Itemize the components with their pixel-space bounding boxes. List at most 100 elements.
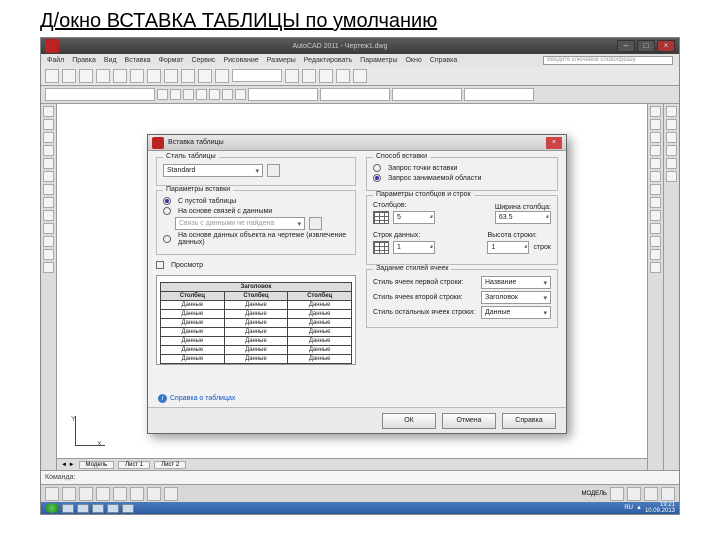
other-rows-style-select[interactable]: Данные <box>481 306 551 319</box>
command-line[interactable]: Команда: <box>41 470 679 484</box>
second-row-style-select[interactable]: Заголовок <box>481 291 551 304</box>
layer-tool-icon[interactable] <box>222 89 233 100</box>
plotstyle-select[interactable] <box>464 88 534 101</box>
menu-help[interactable]: Справка <box>430 57 457 64</box>
menu-window[interactable]: Окно <box>405 57 421 64</box>
tab-model[interactable]: Модель <box>79 461 115 469</box>
tool-icon[interactable] <box>666 132 677 143</box>
menu-draw[interactable]: Рисование <box>223 57 258 64</box>
tool-icon[interactable] <box>666 119 677 130</box>
chamfer-icon[interactable] <box>650 262 661 273</box>
text-icon[interactable] <box>43 210 54 221</box>
style-launch-button[interactable] <box>267 164 280 177</box>
minimize-button[interactable]: – <box>617 40 635 52</box>
taskbar-app-icon[interactable] <box>107 504 119 513</box>
taskbar-app-icon[interactable] <box>77 504 89 513</box>
menu-view[interactable]: Вид <box>104 57 117 64</box>
rotate-icon[interactable] <box>650 184 661 195</box>
status-tool-icon[interactable] <box>661 487 675 501</box>
fillet-icon[interactable] <box>650 249 661 260</box>
region-icon[interactable] <box>43 249 54 260</box>
ellipse-icon[interactable] <box>43 184 54 195</box>
search-input[interactable]: Введите ключевое слово/фразу <box>543 56 673 65</box>
snap-toggle[interactable] <box>45 487 59 501</box>
menu-file[interactable]: Файл <box>47 57 64 64</box>
mirror-icon[interactable] <box>650 132 661 143</box>
layer-select[interactable] <box>45 88 155 101</box>
menu-format[interactable]: Формат <box>159 57 184 64</box>
dialog-close-button[interactable]: × <box>546 137 562 149</box>
workspace-select[interactable] <box>232 69 282 82</box>
taskbar-app-icon[interactable] <box>62 504 74 513</box>
radio-extract[interactable] <box>163 235 171 243</box>
layer-tool-icon[interactable] <box>183 89 194 100</box>
tab-layout1[interactable]: Лист 1 <box>118 461 150 469</box>
columns-input[interactable]: 5 <box>393 211 435 224</box>
data-link-button[interactable] <box>309 217 322 230</box>
radio-empty-table[interactable] <box>163 197 171 205</box>
maximize-button[interactable]: □ <box>637 40 655 52</box>
menu-insert[interactable]: Вставка <box>125 57 151 64</box>
undo-icon[interactable] <box>164 69 178 83</box>
linetype-select[interactable] <box>320 88 390 101</box>
status-tool-icon[interactable] <box>610 487 624 501</box>
ortho-toggle[interactable] <box>79 487 93 501</box>
point-icon[interactable] <box>43 236 54 247</box>
color-select[interactable] <box>248 88 318 101</box>
circle-icon[interactable] <box>43 132 54 143</box>
print-icon[interactable] <box>96 69 110 83</box>
tool-icon[interactable] <box>666 158 677 169</box>
trim-icon[interactable] <box>650 223 661 234</box>
line-icon[interactable] <box>43 106 54 117</box>
radio-window[interactable] <box>373 174 381 182</box>
dyn-toggle[interactable] <box>147 487 161 501</box>
erase-icon[interactable] <box>650 106 661 117</box>
polar-toggle[interactable] <box>96 487 110 501</box>
stretch-icon[interactable] <box>650 210 661 221</box>
close-button[interactable]: × <box>657 40 675 52</box>
save-icon[interactable] <box>79 69 93 83</box>
help-link[interactable]: iСправка о таблицах <box>158 394 235 403</box>
grid-toggle[interactable] <box>62 487 76 501</box>
menu-dimension[interactable]: Размеры <box>267 57 296 64</box>
arc-icon[interactable] <box>43 145 54 156</box>
preview-checkbox[interactable] <box>156 261 164 269</box>
polyline-icon[interactable] <box>43 119 54 130</box>
new-icon[interactable] <box>45 69 59 83</box>
hatch-icon[interactable] <box>43 197 54 208</box>
first-row-style-select[interactable]: Название <box>481 276 551 289</box>
tab-layout2[interactable]: Лист 2 <box>154 461 186 469</box>
pan-icon[interactable] <box>198 69 212 83</box>
redo-icon[interactable] <box>181 69 195 83</box>
table-icon[interactable] <box>43 223 54 234</box>
radio-data-link[interactable] <box>163 207 171 215</box>
col-width-input[interactable]: 63.5 <box>495 211 551 224</box>
offset-icon[interactable] <box>650 145 661 156</box>
layer-tool-icon[interactable] <box>157 89 168 100</box>
extend-icon[interactable] <box>650 236 661 247</box>
layer-tool-icon[interactable] <box>196 89 207 100</box>
menu-tools[interactable]: Сервис <box>191 57 215 64</box>
tool-icon[interactable] <box>666 145 677 156</box>
rect-icon[interactable] <box>43 158 54 169</box>
move-icon[interactable] <box>650 171 661 182</box>
copy-obj-icon[interactable] <box>650 119 661 130</box>
tool-icon[interactable] <box>666 171 677 182</box>
layer-tool-icon[interactable] <box>209 89 220 100</box>
layer-tool-icon[interactable] <box>170 89 181 100</box>
menu-params[interactable]: Параметры <box>360 57 397 64</box>
taskbar-app-icon[interactable] <box>92 504 104 513</box>
rows-input[interactable]: 1 <box>393 241 435 254</box>
cancel-button[interactable]: Отмена <box>442 413 496 429</box>
array-icon[interactable] <box>650 158 661 169</box>
paste-icon[interactable] <box>147 69 161 83</box>
scale-icon[interactable] <box>650 197 661 208</box>
help-button[interactable]: Справка <box>502 413 556 429</box>
cut-icon[interactable] <box>113 69 127 83</box>
zoom-icon[interactable] <box>215 69 229 83</box>
polygon-icon[interactable] <box>43 171 54 182</box>
layer-tool-icon[interactable] <box>235 89 246 100</box>
lwt-toggle[interactable] <box>164 487 178 501</box>
tray-lang[interactable]: RU <box>624 505 633 511</box>
row-height-input[interactable]: 1 <box>487 241 529 254</box>
